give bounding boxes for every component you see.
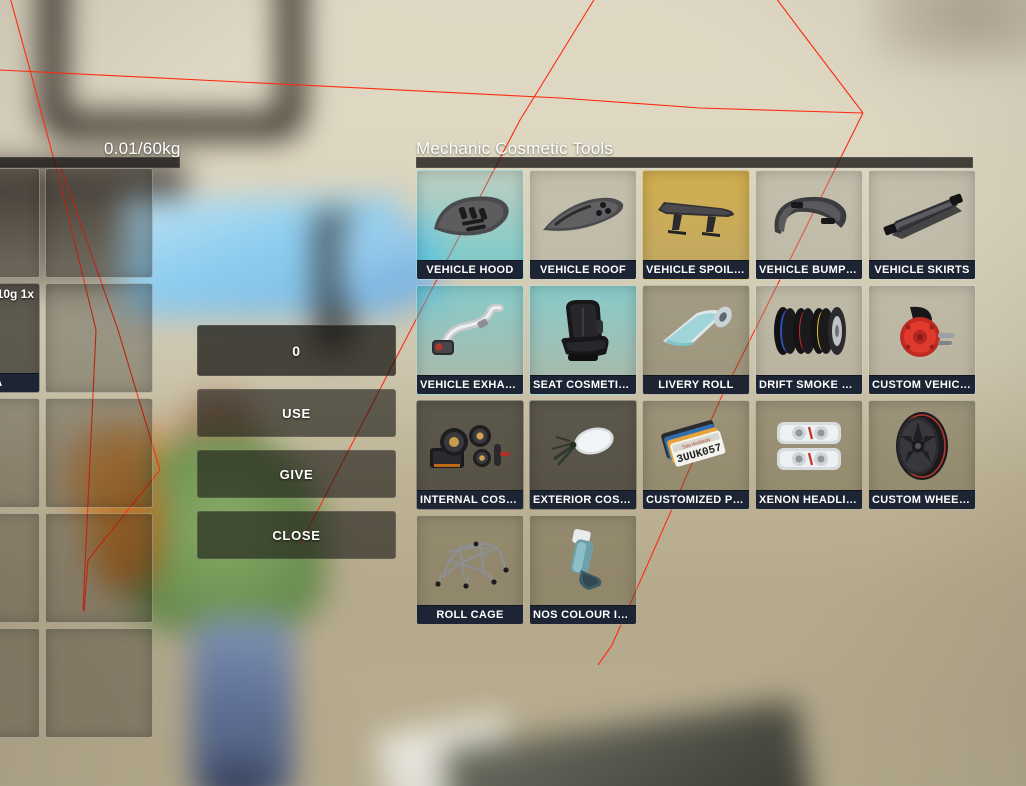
- inventory-slot-left-6[interactable]: [0, 513, 40, 623]
- quantity-display[interactable]: 0: [197, 325, 396, 376]
- slot-label: DRIFT SMOKE TI…: [756, 375, 862, 394]
- left-inventory-grid[interactable]: 10g 1x SODA: [0, 168, 153, 738]
- slot-label: LIVERY ROLL: [643, 375, 749, 394]
- speakers-icon: [417, 401, 523, 490]
- shop-slot-7[interactable]: LIVERY ROLL: [642, 285, 750, 395]
- shop-slot-2[interactable]: VEHICLE SPOILER: [642, 170, 750, 280]
- slot-label: CUSTOM VEHICL…: [869, 375, 975, 394]
- slot-label: VEHICLE ROOF: [530, 260, 636, 279]
- shop-slot-16[interactable]: NOS COLOUR INJ…: [529, 515, 637, 625]
- slot-quantity: 10g 1x: [0, 287, 34, 301]
- shop-slot-3[interactable]: VEHICLE BUMPER: [755, 170, 863, 280]
- shop-slot-13[interactable]: XENON HEADLIG…: [755, 400, 863, 510]
- slot-label: VEHICLE SKIRTS: [869, 260, 975, 279]
- inventory-slot-left-9[interactable]: [45, 628, 153, 738]
- shop-slot-14[interactable]: CUSTOM WHEEL …: [868, 400, 976, 510]
- mirror-icon: [530, 401, 636, 490]
- slot-label: EXTERIOR COSM…: [530, 490, 636, 509]
- slot-label: ROLL CAGE: [417, 605, 523, 624]
- shop-slot-1[interactable]: VEHICLE ROOF: [529, 170, 637, 280]
- slot-label: NOS COLOUR INJ…: [530, 605, 636, 624]
- slot-label: CUSTOM WHEEL …: [869, 490, 975, 509]
- livery-icon: [643, 286, 749, 375]
- slot-label: VEHICLE SPOILER: [643, 260, 749, 279]
- slot-label: VEHICLE EXHAU…: [417, 375, 523, 394]
- slot-label: XENON HEADLIG…: [756, 490, 862, 509]
- slot-label: CUSTOMIZED PL…: [643, 490, 749, 509]
- inventory-slot-left-4[interactable]: [0, 398, 40, 508]
- inventory-screen: 0.01/60kg 10g 1x SODA 0 USE GIVE CLOSE M…: [0, 0, 1026, 786]
- right-weight-bar: [416, 157, 973, 168]
- shop-slot-8[interactable]: DRIFT SMOKE TI…: [755, 285, 863, 395]
- inhaler-icon: [530, 516, 636, 605]
- inventory-slot-left-3[interactable]: [45, 283, 153, 393]
- shop-slot-15[interactable]: ROLL CAGE: [416, 515, 524, 625]
- shop-slot-9[interactable]: CUSTOM VEHICL…: [868, 285, 976, 395]
- shop-slot-12[interactable]: 3UUK057 San Andreas CUSTOMIZED PL…: [642, 400, 750, 510]
- shop-slot-5[interactable]: VEHICLE EXHAU…: [416, 285, 524, 395]
- wheel-icon: [869, 401, 975, 490]
- slot-label: INTERNAL COSM…: [417, 490, 523, 509]
- shop-slot-11[interactable]: EXTERIOR COSM…: [529, 400, 637, 510]
- slot-label: SEAT COSMETICS: [530, 375, 636, 394]
- horn-icon: [869, 286, 975, 375]
- exhaust-icon: [417, 286, 523, 375]
- give-button[interactable]: GIVE: [197, 450, 396, 498]
- shop-slot-0[interactable]: VEHICLE HOOD: [416, 170, 524, 280]
- inventory-slot-left-0[interactable]: [0, 168, 40, 278]
- inventory-slot-left-5[interactable]: [45, 398, 153, 508]
- seat-icon: [530, 286, 636, 375]
- tires-icon: [756, 286, 862, 375]
- shop-slot-6[interactable]: SEAT COSMETICS: [529, 285, 637, 395]
- hood-icon: [417, 171, 523, 260]
- left-weight-bar: [0, 157, 180, 168]
- slot-label: SODA: [0, 373, 39, 392]
- left-inventory-weight: 0.01/60kg: [104, 139, 181, 158]
- shop-slot-10[interactable]: INTERNAL COSM…: [416, 400, 524, 510]
- slot-label: VEHICLE BUMPER: [756, 260, 862, 279]
- inventory-slot-left-8[interactable]: [0, 628, 40, 738]
- rollcage-icon: [417, 516, 523, 605]
- close-button[interactable]: CLOSE: [197, 511, 396, 559]
- shop-slot-4[interactable]: VEHICLE SKIRTS: [868, 170, 976, 280]
- headlights-icon: [756, 401, 862, 490]
- skirts-icon: [869, 171, 975, 260]
- plates-icon: 3UUK057 San Andreas: [643, 401, 749, 490]
- bumper-icon: [756, 171, 862, 260]
- roof-icon: [530, 171, 636, 260]
- use-button[interactable]: USE: [197, 389, 396, 437]
- inventory-slot-left-2[interactable]: 10g 1x SODA: [0, 283, 40, 393]
- spoiler-icon: [643, 171, 749, 260]
- inventory-slot-left-1[interactable]: [45, 168, 153, 278]
- slot-label: VEHICLE HOOD: [417, 260, 523, 279]
- inventory-slot-left-7[interactable]: [45, 513, 153, 623]
- right-inventory-grid[interactable]: VEHICLE HOOD VEHICLE ROOF VEHICLE SPOILE…: [416, 170, 976, 625]
- action-button-group[interactable]: 0 USE GIVE CLOSE: [197, 325, 396, 572]
- right-inventory-title: Mechanic Cosmetic Tools: [416, 139, 614, 158]
